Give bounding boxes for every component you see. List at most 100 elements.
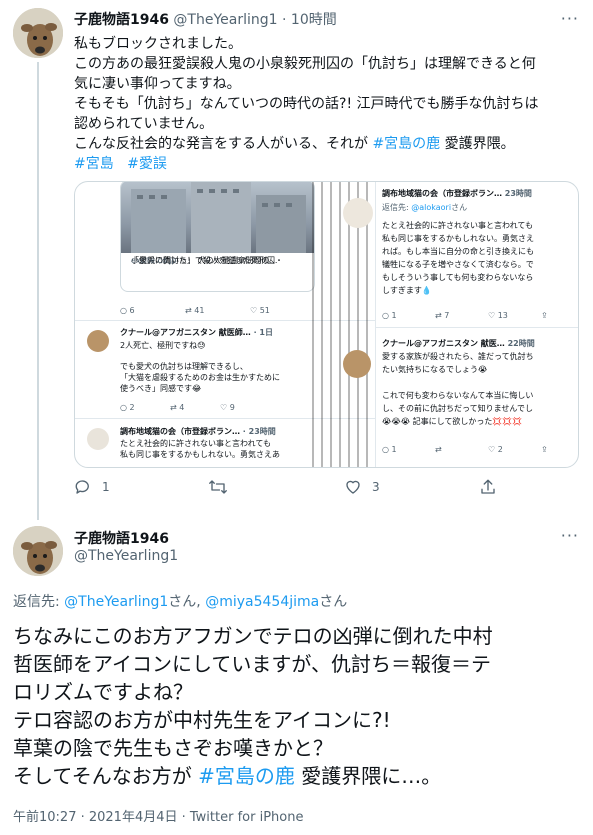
text-line: こんな反社会的な発言をする人がいる、それが #宮島の鹿 愛護界隈。 <box>74 134 584 154</box>
text-line: 気に凄い事仰ってますね。 <box>74 76 241 92</box>
avatar[interactable] <box>13 8 63 58</box>
count: 2 <box>129 403 135 412</box>
tweet-text: ちなみにこのお方アフガンでテロの凶弾に倒れた中村 哲医師をアイコンにしていますが… <box>13 622 583 790</box>
display-name[interactable]: 子鹿物語1946 <box>74 12 169 28</box>
building-image-icon <box>131 182 306 253</box>
reply-text-line: でも愛犬の仇討ちは理解できるし、 <box>120 362 248 371</box>
like-button[interactable]: 3 <box>344 478 380 496</box>
reply-icon <box>75 480 89 494</box>
card-domain: excite.co.jp <box>131 256 177 265</box>
card-like-count: ♡ 51 <box>250 306 270 315</box>
share-icon: ⇪ <box>541 445 548 454</box>
reply-text-line: 😭😭😭 記事にして欲しかった💢💢💢 <box>382 417 523 426</box>
avatar[interactable] <box>13 526 63 576</box>
reply-author: クナール@アフガニスタン 献医師… · 1日 <box>120 327 273 338</box>
separator: · <box>282 12 287 28</box>
cat-avatar-icon <box>343 198 373 228</box>
reply-text-line: たとえ社会的に許されない事と言われても <box>120 439 271 448</box>
share-icon: ⇪ <box>541 311 548 320</box>
hashtag-line: #宮島 #愛誤 <box>74 154 584 174</box>
card-reply-count: ○ 6 <box>120 306 135 315</box>
cat-avatar-icon <box>87 428 109 450</box>
text-segment: こんな反社会的な発言をする人がいる、それが <box>74 136 373 152</box>
reply-text-line: もしそういう事しても何も変わらないなら <box>382 273 534 282</box>
reply-text-line: たとえ社会的に許されない事と言われても <box>382 221 533 230</box>
action-bar: 1 3 <box>74 478 514 502</box>
retweet-count: ⇄ <box>435 445 442 454</box>
count: 1 <box>391 445 397 454</box>
share-button[interactable] <box>479 478 497 496</box>
reply-to: 返信先: @alokaoriさん <box>382 202 467 213</box>
text-line: 草葉の陰で先生もさぞお嘆きかと？ <box>13 736 333 760</box>
reply-text-line: 愛する家族が殺されたら、誰だって仇討ち <box>382 352 534 361</box>
reply-time: · 1日 <box>253 328 273 337</box>
reply-text-line: 「大猫を虐殺するためのお金は生かすために <box>120 373 280 382</box>
text-line: ロリズムですよね？ <box>13 680 193 704</box>
retweet-count: ⇄ 4 <box>170 403 185 412</box>
card-retweet-count: ⇄ 41 <box>185 306 205 315</box>
reply-author: 調布地域猫の会（市登録ボラン… · 23時間 <box>120 426 276 437</box>
retweet-count: ⇄ 7 <box>435 311 450 320</box>
reply-handle-link[interactable]: @TheYearling1 <box>64 594 168 610</box>
like-count: ♡ 2 <box>488 445 503 454</box>
timestamp[interactable]: 10時間 <box>291 12 337 28</box>
reply-text-line: しすぎます💧 <box>382 286 432 295</box>
reply-mid: さん, <box>168 594 206 610</box>
text-line: そしてそんなお方が #宮島の鹿 愛護界隈に…。 <box>13 762 583 790</box>
like-count: 3 <box>372 480 380 494</box>
reply-text-line: たい気持ちになるでしょう😭 <box>382 365 488 374</box>
count: 2 <box>497 445 503 454</box>
tweet-header: 子鹿物語1946 @TheYearling1 · 10時間 <box>74 9 337 29</box>
text-segment: 愛護界隈。 <box>440 136 515 152</box>
like-count: ♡ 9 <box>220 403 235 412</box>
reply-text-line: 使うべき」同感です😂 <box>120 384 202 393</box>
hashtag-link[interactable]: #宮島の鹿 <box>198 764 295 788</box>
more-icon[interactable]: ··· <box>561 9 579 28</box>
author-name: クナール@アフガニスタン 献医師… <box>120 328 251 337</box>
count: 13 <box>497 311 508 320</box>
more-icon[interactable]: ··· <box>561 526 579 545</box>
handle[interactable]: @TheYearling1 <box>173 12 277 28</box>
tweet-1[interactable]: 子鹿物語1946 @TheYearling1 · 10時間 ··· 私もブロック… <box>0 0 593 520</box>
reply-text-line: これで何も変わらないなんて本当に悔しい <box>382 391 534 400</box>
text-line: そもそも「仇討ち」なんていつの時代の話?! 江戸時代でも勝手な仇討ちは <box>74 96 539 112</box>
reply-text-line: 2人死亡、極刑ですね😓 <box>120 341 206 350</box>
author-name: 調布地域猫の会（市登録ボラン… <box>120 427 240 436</box>
reply-text-line: し、その前に仇討ちだって知りませんでし <box>382 404 533 413</box>
like-count: ♡ 13 <box>488 311 508 320</box>
reply-button[interactable]: 1 <box>74 478 110 496</box>
retweet-icon <box>209 480 227 494</box>
author-name: 調布地域猫の会（市登録ボラン… <box>382 189 502 198</box>
reply-count: ○ 2 <box>120 403 135 412</box>
reply-to-handle: @alokaori <box>411 203 452 212</box>
reply-handle-link[interactable]: @miya5454jima <box>205 594 319 610</box>
text-segment: 愛護界隈に…。 <box>294 764 442 788</box>
hashtag-link[interactable]: #愛誤 <box>127 156 167 172</box>
reply-author: 調布地域猫の会（市登録ボラン… 23時間 <box>382 188 532 199</box>
tweet-meta[interactable]: 午前10:27 · 2021年4月4日 · Twitter for iPhone <box>13 806 303 825</box>
link-card: 「愛犬の仇討ち」で殺人を犯した死刑囚・ 小泉毅に聞いた！ 犬の大量遺棄問題の… … <box>120 182 315 292</box>
tweet-2[interactable]: 子鹿物語1946 @TheYearling1 ··· 返信先: @TheYear… <box>0 516 593 835</box>
reply-text-line: 犠牲になる子を増やさなくて済むなら。で <box>382 260 534 269</box>
deer-avatar-icon <box>13 8 63 58</box>
tweet-text: 私もブロックされました。 この方あの最狂愛誤殺人鬼の小泉毅死刑囚の「仇討ち」は理… <box>74 34 584 174</box>
like-icon <box>346 480 360 494</box>
count: 6 <box>129 306 135 315</box>
attached-image[interactable]: 「愛犬の仇討ち」で殺人を犯した死刑囚・ 小泉毅に聞いた！ 犬の大量遺棄問題の… … <box>74 181 579 468</box>
retweet-button[interactable] <box>208 478 238 496</box>
count: 41 <box>194 306 205 315</box>
handle[interactable]: @TheYearling1 <box>74 548 178 564</box>
count: 51 <box>259 306 270 315</box>
doctor-avatar-icon <box>343 350 371 378</box>
display-name[interactable]: 子鹿物語1946 <box>74 528 169 548</box>
divider <box>375 327 578 328</box>
text-line: テロ容認のお方が中村先生をアイコンに?! <box>13 708 391 732</box>
thread-line <box>37 62 39 520</box>
hashtag-link[interactable]: #宮島 <box>74 156 114 172</box>
reply-count: 1 <box>102 480 110 494</box>
count: 1 <box>391 311 397 320</box>
reply-time: · 23時間 <box>242 427 276 436</box>
hashtag-link[interactable]: #宮島の鹿 <box>372 136 440 152</box>
text-line: この方あの最狂愛誤殺人鬼の小泉毅死刑囚の「仇討ち」は理解できると何 <box>74 56 536 72</box>
text-line: 認められていません。 <box>74 116 214 132</box>
